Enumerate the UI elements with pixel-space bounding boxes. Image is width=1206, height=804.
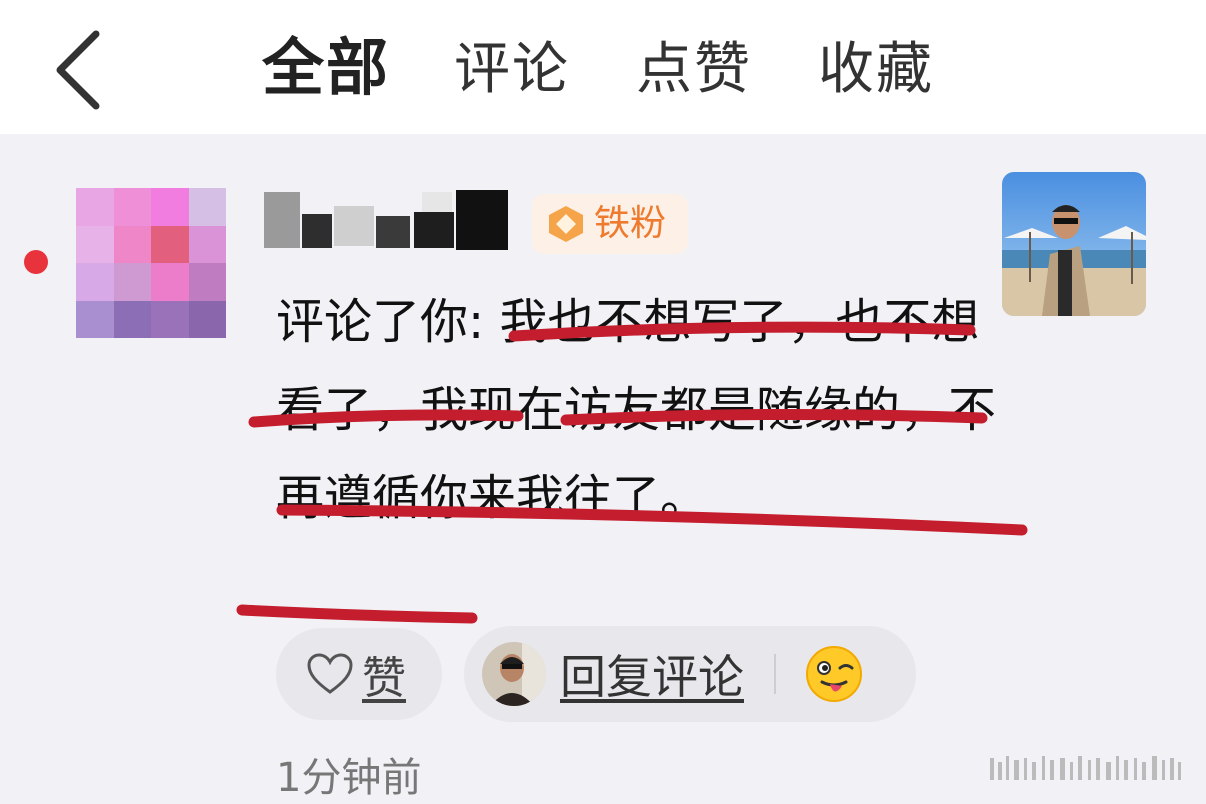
- commenter-avatar-pixelated[interactable]: [76, 188, 226, 338]
- back-chevron-icon[interactable]: [48, 28, 108, 112]
- unread-dot: [24, 250, 48, 274]
- iron-fan-badge: 铁粉: [532, 194, 688, 254]
- timestamp: 1分钟前: [276, 755, 422, 801]
- badge-label: 铁粉: [594, 203, 667, 244]
- top-nav-bar: 全部 评论 点赞 收藏: [0, 0, 1206, 134]
- badge-diamond-icon: [549, 206, 583, 242]
- tab-all[interactable]: 全部: [262, 30, 390, 106]
- heart-outline-icon: [307, 653, 353, 694]
- watermark-blur: [990, 756, 1181, 780]
- divider: [774, 654, 776, 694]
- username-redacted[interactable]: [262, 186, 516, 256]
- post-thumbnail[interactable]: [1002, 172, 1146, 316]
- my-avatar: [482, 642, 546, 706]
- comment-prefix: 评论了你:: [276, 294, 500, 350]
- reply-comment-bar[interactable]: 回复评论: [464, 626, 916, 722]
- tab-favorites[interactable]: 收藏: [818, 32, 934, 108]
- tab-likes[interactable]: 点赞: [636, 32, 752, 108]
- like-button[interactable]: 赞: [276, 628, 442, 720]
- tab-comments[interactable]: 评论: [454, 32, 570, 108]
- tongue-wink-emoji-icon[interactable]: [804, 644, 864, 704]
- reply-comment-label: 回复评论: [560, 650, 744, 704]
- comment-text[interactable]: 评论了你: 我也不想写了，也不想看了，我现在访友都是随缘的，不再遵循你来我往了。: [276, 278, 996, 542]
- like-label: 赞: [362, 653, 406, 704]
